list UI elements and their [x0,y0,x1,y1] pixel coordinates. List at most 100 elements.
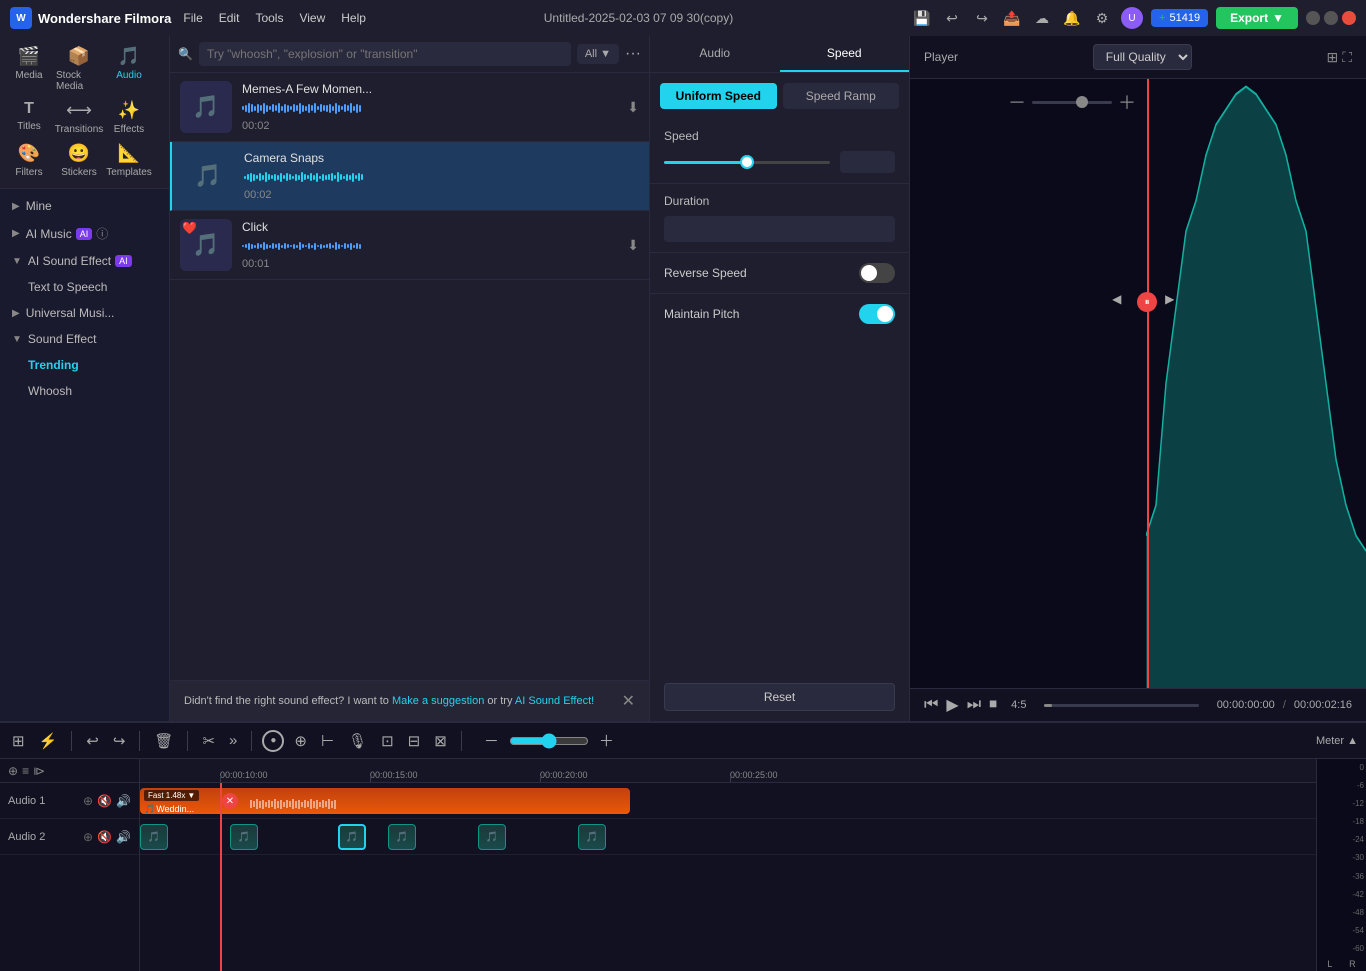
track-settings-icon[interactable]: ≡ [22,764,29,778]
scissors-button[interactable]: ✂ [198,730,219,752]
motion-button[interactable]: ⊡ [377,730,398,752]
filter-dropdown[interactable]: All ▼ [577,44,619,64]
list-item[interactable]: 🎵 Camera Snaps 00:02 [170,142,649,211]
sidebar-item-text-to-speech[interactable]: Text to Speech [0,274,169,300]
list-item[interactable]: 🎵 Memes-A Few Momen... 00:02 ⬇ [170,73,649,142]
redo-icon[interactable]: ↪ [971,7,993,29]
timeline-zoom-out[interactable]: － [480,728,503,753]
sidebar-item-ai-sound-effect[interactable]: ▼ AI Sound Effect AI [0,248,169,274]
crop-button[interactable]: ⊟ [404,730,425,752]
notification-icon[interactable]: 🔔 [1061,7,1083,29]
tab-speed-settings[interactable]: Speed [780,36,910,72]
track1-add-icon[interactable]: ⊕ [83,794,93,808]
sidebar-item-trending[interactable]: Trending [0,352,169,378]
tab-speed-ramp[interactable]: Speed Ramp [783,83,900,109]
audio-settings-btn[interactable]: 🎙 [344,730,371,752]
undo-icon[interactable]: ↩ [941,7,963,29]
quality-select[interactable]: Full Quality 1/2 Quality 1/4 Quality [1093,44,1192,70]
speed-value-input[interactable]: 1.00 [840,151,895,173]
undo-button[interactable]: ↩ [82,730,103,752]
search-input[interactable] [199,42,571,66]
delete-button[interactable]: 🗑 [150,730,177,752]
sidebar-item-whoosh[interactable]: Whoosh [0,378,169,404]
apps-icon[interactable]: ⚙ [1091,7,1113,29]
reset-button[interactable]: Reset [664,683,895,711]
add-track-icon[interactable]: ⊕ [8,764,18,778]
audio-clip-2-1[interactable]: 🎵 [140,824,168,850]
audio-clip-2-4[interactable]: 🎵 [388,824,416,850]
menu-edit[interactable]: Edit [219,11,240,25]
more-options-button[interactable]: ··· [625,45,641,63]
close-button[interactable] [1342,11,1356,25]
avatar[interactable]: U [1121,7,1143,29]
trim-button[interactable]: ⊠ [430,730,451,752]
export-button[interactable]: Export ▼ [1216,7,1298,29]
sidebar-item-universal-music[interactable]: ▶ Universal Musi... [0,300,169,326]
tab-filters[interactable]: 🎨 Filters [4,139,54,182]
main-audio-clip[interactable]: Fast 1.48x ▼ 🎵 Weddin... ✕ [140,788,630,814]
menu-tools[interactable]: Tools [255,11,283,25]
reverse-speed-toggle[interactable] [859,263,895,283]
share-icon[interactable]: 📤 [1001,7,1023,29]
grid-view-button[interactable]: ⊞ [1326,49,1338,66]
close-suggestion-button[interactable]: ✕ [622,691,635,711]
tab-stickers[interactable]: 😀 Stickers [54,139,104,182]
audio-clip-2-3[interactable]: 🎵 [338,824,366,850]
record-button[interactable]: ● [262,730,284,752]
timeline-zoom-slider[interactable] [509,733,589,749]
ai-sound-effect-link[interactable]: AI Sound Effect! [515,695,594,707]
skip-back-button[interactable]: ⏮ [924,696,938,714]
magnet-button[interactable]: ⚡ [35,730,62,752]
fullscreen-button[interactable]: ⛶ [1342,49,1352,66]
audio-clip-2-2[interactable]: 🎵 [230,824,258,850]
cloud-icon[interactable]: ☁ [1031,7,1053,29]
zoom-out-button[interactable]: － [1008,89,1026,115]
tab-effects[interactable]: ✨ Effects [104,96,154,139]
tab-stock-media[interactable]: 📦 Stock Media [54,42,104,96]
menu-help[interactable]: Help [341,11,366,25]
list-item[interactable]: ❤️ 🎵 Click 00:01 ⬇ [170,211,649,280]
tab-templates[interactable]: 📐 Templates [104,139,154,182]
sidebar-item-ai-music[interactable]: ▶ AI Music AI ⓘ [0,219,169,248]
track1-volume-icon[interactable]: 🔊 [116,794,131,808]
save-icon[interactable]: 💾 [911,7,933,29]
minimize-button[interactable] [1306,11,1320,25]
tab-audio[interactable]: 🎵 Audio [104,42,154,96]
track2-volume-icon[interactable]: 🔊 [116,830,131,844]
zoom-slider-thumb[interactable] [1076,96,1088,108]
track1-mute-icon[interactable]: 🔇 [97,794,112,808]
tab-uniform-speed[interactable]: Uniform Speed [660,83,777,109]
download-icon-3[interactable]: ⬇ [627,237,639,254]
sidebar-item-sound-effect[interactable]: ▼ Sound Effect [0,326,169,352]
duration-input[interactable]: 00:00:00:27 [664,216,895,242]
maximize-button[interactable] [1324,11,1338,25]
grid-button[interactable]: ⊞ [8,730,29,752]
more-tools-button[interactable]: » [225,730,241,751]
play-button[interactable]: ▶ [946,695,958,715]
track2-mute-icon[interactable]: 🔇 [97,830,112,844]
timeline-zoom-in[interactable]: ＋ [595,728,618,753]
speed-slider-thumb[interactable] [740,155,754,169]
menu-file[interactable]: File [183,11,202,25]
maintain-pitch-toggle[interactable] [859,304,895,324]
menu-view[interactable]: View [299,11,325,25]
tab-audio-settings[interactable]: Audio [650,36,780,72]
preview-progress-bar[interactable] [1044,704,1198,707]
make-suggestion-link[interactable]: Make a suggestion [392,695,484,707]
tab-transitions[interactable]: ⟷ Transitions [54,96,104,139]
tab-media[interactable]: 🎬 Media [4,42,54,96]
audio-clip-2-6[interactable]: 🎵 [578,824,606,850]
track-collapse-icon[interactable]: ⧐ [33,764,45,778]
zoom-in-button[interactable]: ＋ [1118,89,1136,115]
playhead-left-icon[interactable]: ◀ [1112,292,1121,306]
sidebar-item-mine[interactable]: ▶ Mine [0,193,169,219]
stop-button[interactable]: ⏹ [989,696,997,714]
track2-add-icon[interactable]: ⊕ [83,830,93,844]
audio-clip-2-5[interactable]: 🎵 [478,824,506,850]
add-track-button[interactable]: ⊕ [290,730,311,752]
skip-forward-button[interactable]: ⏭ [967,696,981,714]
tab-titles[interactable]: T Titles [4,96,54,139]
redo-button[interactable]: ↪ [109,730,130,752]
download-icon-1[interactable]: ⬇ [627,99,639,116]
split-button[interactable]: ⊢ [317,730,338,752]
